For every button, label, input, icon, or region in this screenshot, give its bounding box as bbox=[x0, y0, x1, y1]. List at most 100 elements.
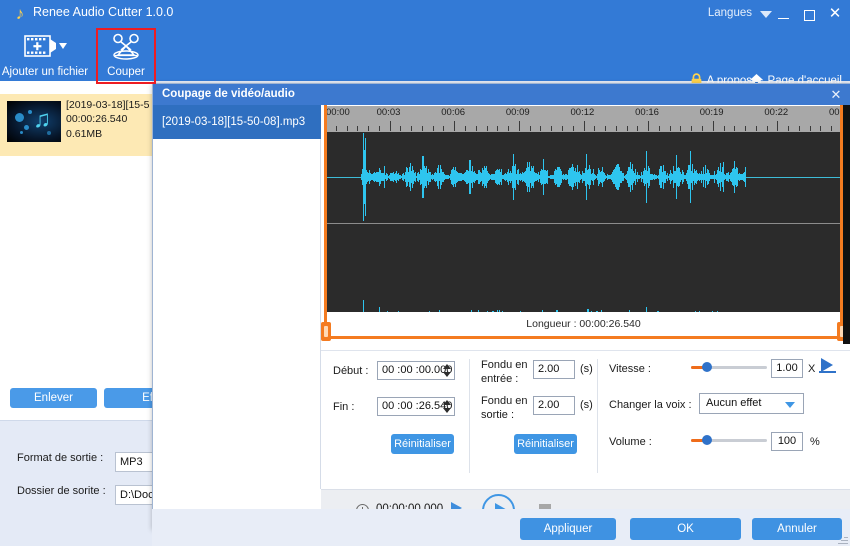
scissors-icon bbox=[109, 33, 143, 66]
ruler-tick-label: 00:03 bbox=[376, 107, 401, 118]
length-bar: Longueur : 00:00:26.540 bbox=[325, 312, 842, 344]
ruler-minor-tick bbox=[508, 126, 510, 131]
file-name: [2019-03-18][15-5 bbox=[66, 99, 150, 111]
selection-start-marker[interactable] bbox=[324, 105, 327, 339]
ruler-minor-tick bbox=[820, 126, 822, 131]
ruler-minor-tick bbox=[605, 126, 607, 131]
ruler-minor-tick bbox=[626, 126, 628, 131]
ruler-major-tick bbox=[454, 121, 456, 131]
parameters-panel: Début : 00 :00 :00.000 Fin : 00 :00 :26.… bbox=[321, 350, 850, 489]
speed-label: Vitesse : bbox=[609, 363, 651, 375]
cancel-button[interactable]: Annuler bbox=[752, 518, 842, 540]
fade-in-unit: (s) bbox=[580, 363, 593, 375]
voice-label: Changer la voix : bbox=[609, 399, 692, 411]
ruler-minor-tick bbox=[658, 126, 660, 131]
ruler-minor-tick bbox=[411, 126, 413, 131]
ruler-major-tick bbox=[389, 121, 391, 131]
ruler-minor-tick bbox=[465, 126, 467, 131]
divider bbox=[597, 359, 598, 473]
waveform-editor: 00:00 00:03 00:06 00:09 00:12 00:16 00:19 00:22… bbox=[321, 105, 850, 350]
waveform-sample bbox=[363, 300, 364, 312]
fade-out-label: Fondu en sortie : bbox=[481, 395, 528, 421]
close-icon[interactable]: ✕ bbox=[820, 0, 850, 28]
waveform-canvas[interactable] bbox=[325, 132, 842, 312]
waveform-scrollbar[interactable] bbox=[843, 105, 850, 344]
ruler-minor-tick bbox=[615, 126, 617, 131]
resize-grip[interactable] bbox=[838, 534, 848, 544]
ruler-minor-tick bbox=[723, 126, 725, 131]
reset-trim-button[interactable]: Réinitialiser bbox=[391, 434, 454, 454]
voice-effect-select[interactable]: Aucun effet bbox=[699, 393, 804, 414]
volume-unit: % bbox=[810, 436, 820, 448]
app-window: ♪ Renee Audio Cutter 1.0.0 Langues ✕ Ajo… bbox=[0, 0, 850, 546]
ruler-tick-label: 00:06 bbox=[441, 107, 466, 118]
play-preview-icon[interactable] bbox=[819, 358, 839, 376]
ruler-major-tick bbox=[712, 121, 714, 131]
ruler-minor-tick bbox=[734, 126, 736, 131]
start-time-stepper[interactable] bbox=[442, 361, 452, 380]
selection-start-handle[interactable] bbox=[321, 322, 331, 341]
end-time-stepper[interactable] bbox=[442, 397, 452, 416]
close-icon[interactable]: ✕ bbox=[827, 86, 845, 103]
timeline-ruler[interactable]: 00:00 00:03 00:06 00:09 00:12 00:16 00:19 00:22… bbox=[325, 106, 842, 132]
ruler-tick-label: 00:16 bbox=[635, 107, 659, 118]
ok-button[interactable]: OK bbox=[630, 518, 741, 540]
fade-in-input[interactable]: 2.00 bbox=[533, 360, 575, 379]
fade-out-unit: (s) bbox=[580, 399, 593, 411]
volume-slider[interactable] bbox=[691, 434, 767, 446]
apply-button[interactable]: Appliquer bbox=[520, 518, 616, 540]
remove-button[interactable]: Enlever bbox=[10, 388, 97, 408]
ruler-tick-label: 00:09 bbox=[505, 107, 530, 118]
end-time-label: Fin : bbox=[333, 401, 355, 413]
ruler-minor-tick bbox=[669, 126, 671, 131]
start-time-label: Début : bbox=[333, 365, 369, 377]
selection-bottom-bar bbox=[324, 336, 843, 339]
reset-fade-button[interactable]: Réinitialiser bbox=[514, 434, 577, 454]
music-note-icon: ♪ bbox=[15, 4, 25, 23]
output-settings-panel: Format de sortie : MP3 Dossier de sorite… bbox=[0, 420, 235, 546]
file-duration: 00:00:26.540 bbox=[66, 113, 128, 125]
ruler-minor-tick bbox=[594, 126, 596, 131]
ruler-minor-tick bbox=[432, 126, 434, 131]
ruler-minor-tick bbox=[421, 126, 423, 131]
waveform-sample bbox=[745, 167, 746, 187]
ruler-minor-tick bbox=[572, 126, 574, 131]
fade-in-label: Fondu en entrée : bbox=[481, 359, 528, 385]
volume-label: Volume : bbox=[609, 436, 652, 448]
ruler-minor-tick bbox=[788, 126, 790, 131]
ruler-minor-tick bbox=[475, 126, 477, 131]
ruler-minor-tick bbox=[357, 126, 359, 131]
length-label: Longueur : 00:00:26.540 bbox=[526, 318, 641, 330]
add-file-button[interactable]: Ajouter un fichier bbox=[0, 28, 90, 81]
volume-input[interactable]: 100 bbox=[771, 432, 803, 451]
output-format-label: Format de sortie : bbox=[17, 452, 104, 464]
speed-input[interactable]: 1.00 bbox=[771, 359, 803, 378]
divider bbox=[469, 359, 470, 473]
dialog-file-list-item[interactable]: [2019-03-18][15-50-08].mp3 bbox=[153, 105, 321, 139]
ruler-minor-tick bbox=[798, 126, 800, 131]
ruler-minor-tick bbox=[809, 126, 811, 131]
language-menu-label[interactable]: Langues bbox=[708, 7, 752, 19]
speed-slider[interactable] bbox=[691, 361, 767, 373]
ruler-minor-tick bbox=[497, 126, 499, 131]
window-title-bar: ♪ Renee Audio Cutter 1.0.0 Langues ✕ bbox=[0, 0, 850, 28]
ruler-tick-label: 00:12 bbox=[570, 107, 595, 118]
ruler-minor-tick bbox=[831, 126, 833, 131]
file-list-panel: ♫ [2019-03-18][15-5 00:00:26.540 0.61MB … bbox=[0, 81, 235, 546]
dialog-footer: Appliquer OK Annuler bbox=[152, 509, 850, 546]
speed-unit: X bbox=[808, 363, 816, 375]
ruler-minor-tick bbox=[346, 126, 348, 131]
dialog-file-list: [2019-03-18][15-50-08].mp3 bbox=[153, 105, 321, 489]
ruler-minor-tick bbox=[335, 126, 337, 131]
ruler-major-tick bbox=[518, 121, 520, 131]
ruler-major-tick bbox=[777, 121, 779, 131]
cut-button[interactable]: Couper bbox=[96, 28, 156, 81]
ruler-major-tick bbox=[583, 121, 585, 131]
ruler-tick-label: 00:19 bbox=[699, 107, 724, 118]
ruler-major-tick bbox=[648, 121, 650, 131]
ruler-minor-tick bbox=[561, 126, 563, 131]
ruler-minor-tick bbox=[486, 126, 488, 131]
file-list-item[interactable]: ♫ [2019-03-18][15-5 00:00:26.540 0.61MB bbox=[0, 94, 152, 156]
fade-out-input[interactable]: 2.00 bbox=[533, 396, 575, 415]
ruler-minor-tick bbox=[637, 126, 639, 131]
